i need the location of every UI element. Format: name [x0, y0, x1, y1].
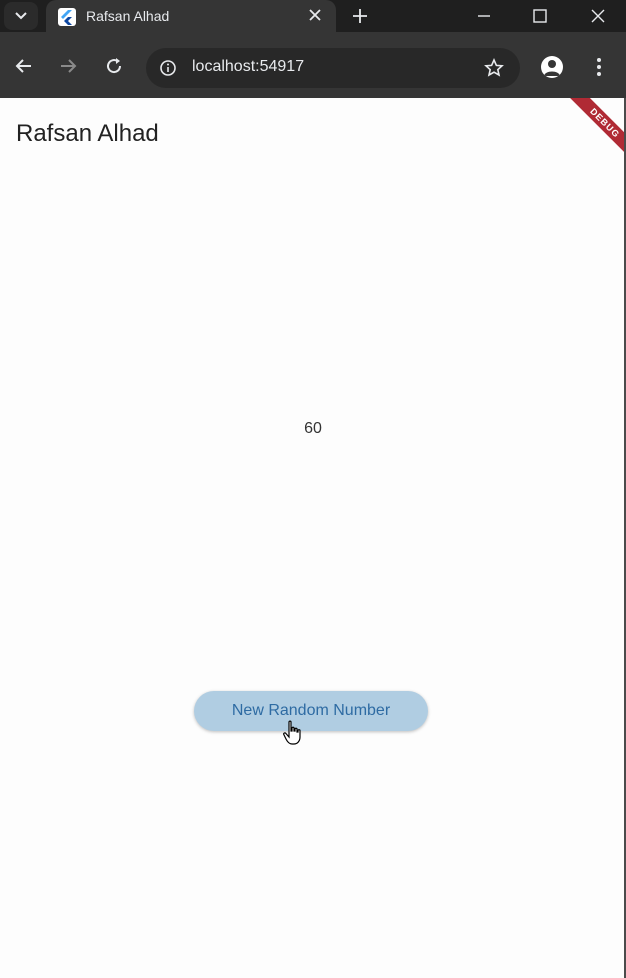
tab-search-button[interactable] [4, 2, 38, 30]
close-icon[interactable] [308, 8, 322, 22]
site-info-icon[interactable] [160, 60, 176, 76]
app-viewport: Rafsan Alhad 60 New Random Number DEBUG [0, 98, 626, 978]
new-tab-icon[interactable] [350, 6, 370, 26]
new-random-number-button[interactable]: New Random Number [194, 691, 428, 731]
browser-tabstrip: Rafsan Alhad [0, 0, 626, 32]
maximize-icon[interactable] [530, 6, 550, 26]
hand-cursor-icon [283, 720, 301, 745]
app-bar-title: Rafsan Alhad [16, 120, 159, 147]
browser-tab[interactable]: Rafsan Alhad [46, 0, 336, 32]
address-bar[interactable]: localhost:54917 [146, 48, 520, 88]
debug-banner: DEBUG [556, 98, 626, 168]
chevron-down-icon [15, 12, 27, 20]
tab-title: Rafsan Alhad [86, 8, 170, 24]
minimize-icon[interactable] [474, 6, 494, 26]
bookmark-star-icon[interactable] [484, 58, 504, 78]
window-close-icon[interactable] [588, 6, 608, 26]
debug-label: DEBUG [561, 98, 626, 167]
forward-arrow-icon[interactable] [58, 56, 78, 76]
random-number-text: 60 [304, 420, 322, 437]
flutter-icon [58, 8, 76, 26]
browser-toolbar: localhost:54917 [0, 32, 626, 98]
profile-avatar-icon[interactable] [541, 56, 563, 78]
reload-icon[interactable] [104, 56, 124, 76]
back-arrow-icon[interactable] [14, 56, 34, 76]
more-options-icon[interactable] [597, 58, 601, 76]
url-text: localhost:54917 [192, 58, 305, 75]
